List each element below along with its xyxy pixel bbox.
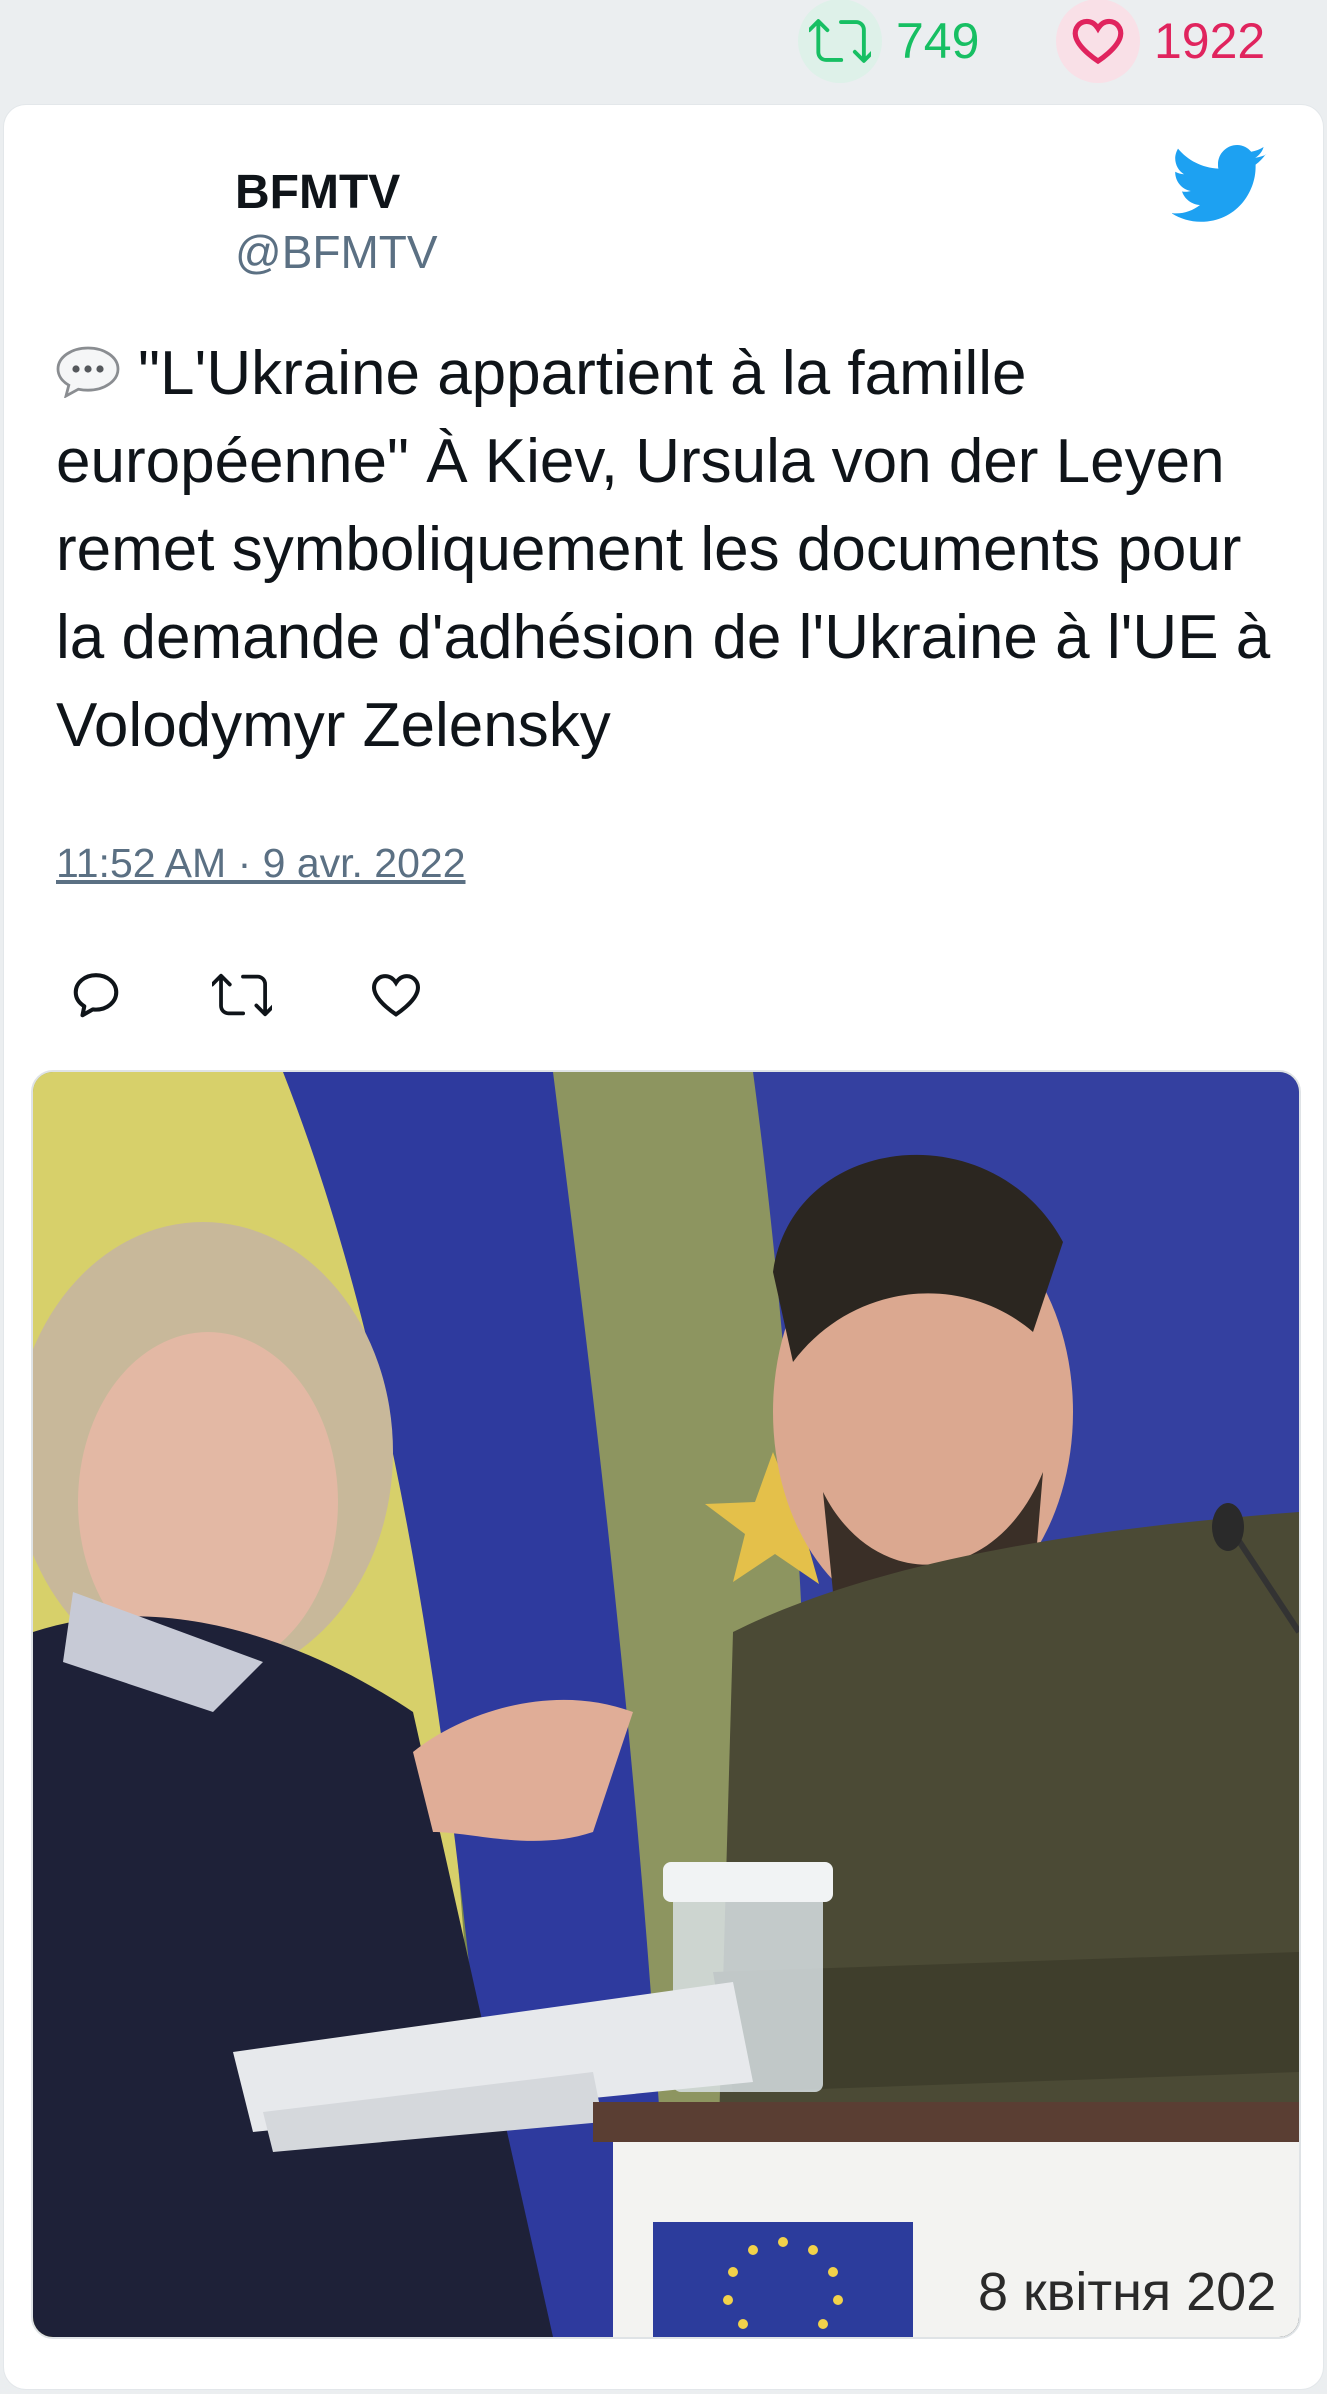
reply-button[interactable] [56, 955, 136, 1035]
tweet-card: BFMTV @BFMTV "L'Ukraine appartient à la … [4, 105, 1323, 2389]
like-count: 1922 [1154, 13, 1266, 69]
twitter-bird-icon[interactable] [1172, 145, 1268, 225]
tweet-body: "L'Ukraine appartient à la famille europ… [56, 339, 1271, 760]
engagement-stats: 749 1922 [0, 0, 1327, 96]
tweet-actions [56, 955, 556, 1035]
like-stat[interactable]: 1922 [1056, 0, 1266, 83]
like-button[interactable] [356, 955, 436, 1035]
speech-balloon-icon [56, 346, 120, 398]
tweet-text: "L'Ukraine appartient à la famille europ… [56, 330, 1296, 770]
author-display-name[interactable]: BFMTV [235, 165, 400, 220]
heart-outline-icon [372, 974, 420, 1017]
retweet-stat[interactable]: 749 [798, 0, 980, 83]
tweet-timestamp[interactable]: 11:52 AM · 9 avr. 2022 [56, 840, 466, 887]
author-handle[interactable]: @BFMTV [235, 225, 438, 279]
retweet-button[interactable] [202, 955, 282, 1035]
tweet-media-photo[interactable]: 8 квітня 202 [31, 1070, 1301, 2339]
press-conference-photo: 8 квітня 202 [33, 1072, 1299, 2337]
retweet-action-icon [212, 973, 272, 1017]
heart-icon [1056, 0, 1140, 83]
retweet-icon [798, 0, 882, 83]
avatar[interactable] [60, 162, 184, 286]
reply-icon [73, 973, 119, 1018]
podium-caption: 8 квітня 202 [978, 2262, 1276, 2322]
retweet-count: 749 [896, 13, 980, 69]
